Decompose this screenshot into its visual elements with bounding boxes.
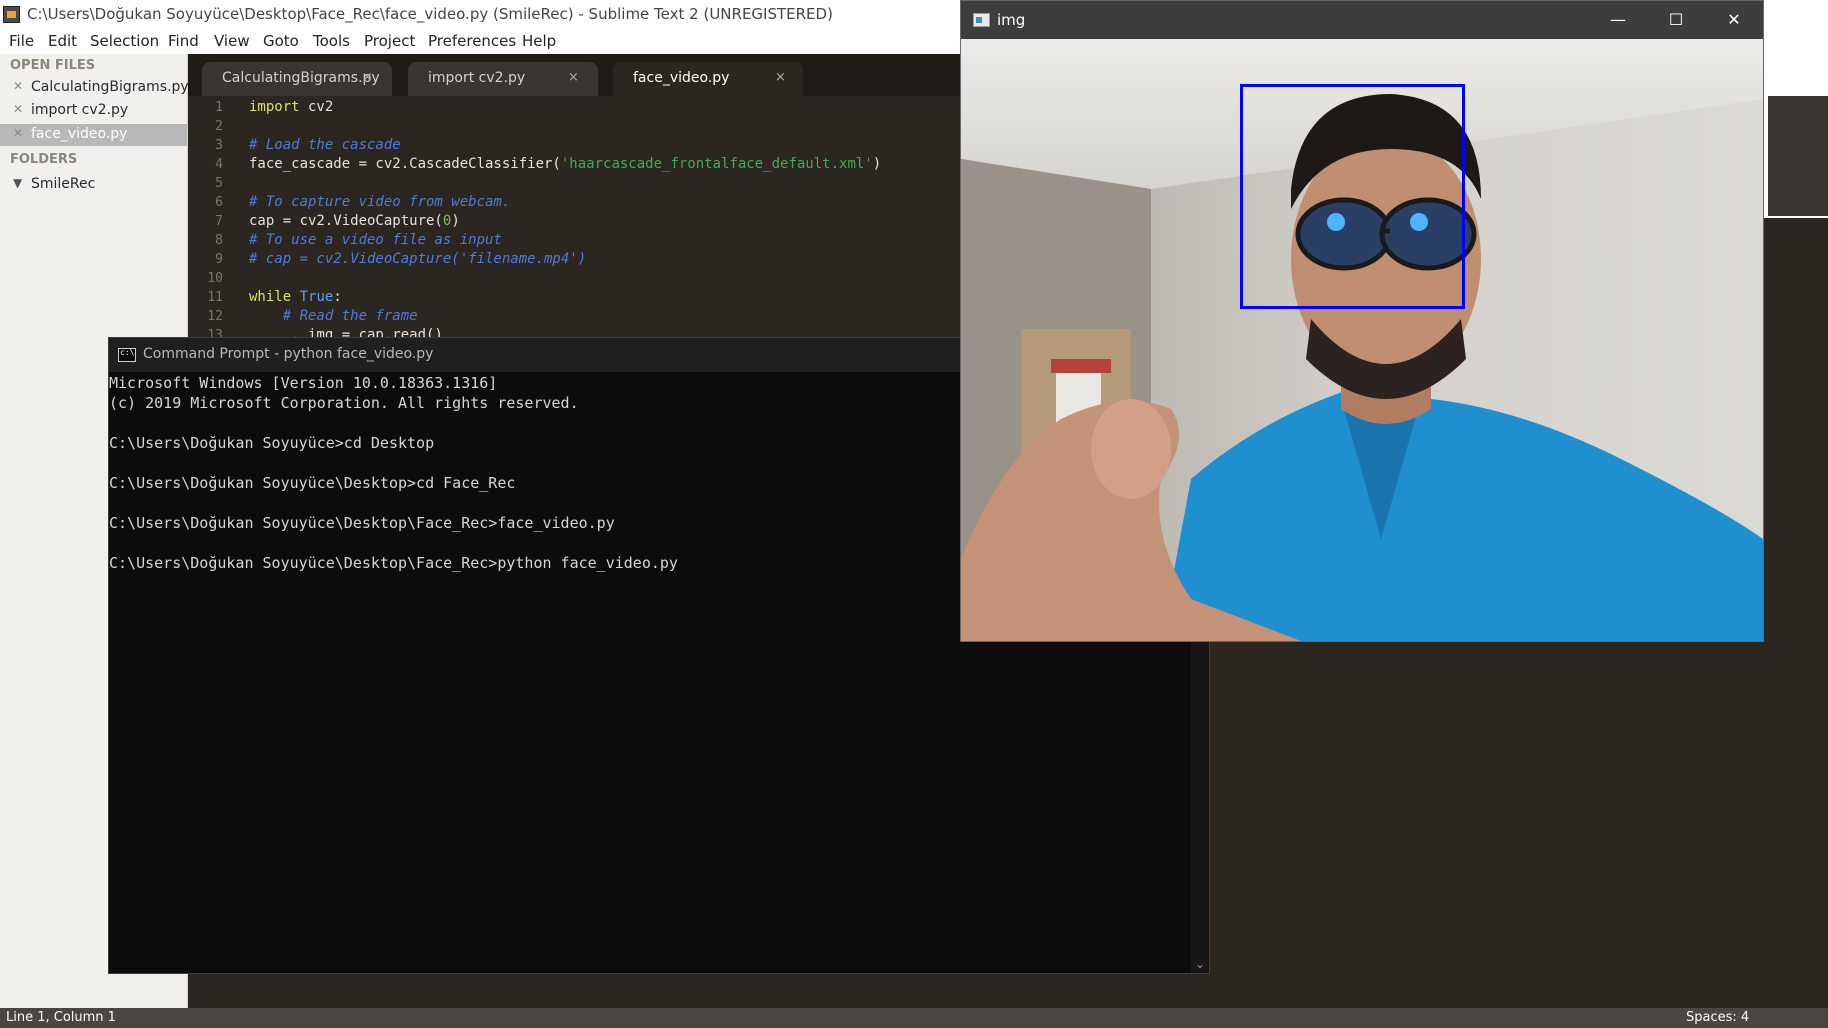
line-number: 2 bbox=[215, 119, 223, 134]
img-window-title: img bbox=[997, 11, 1026, 29]
tab-label: CalculatingBigrams.py bbox=[222, 70, 380, 86]
folder-item[interactable]: ▼ SmileRec bbox=[0, 174, 187, 196]
cmd-title: Command Prompt - python face_video.py bbox=[143, 346, 434, 362]
close-icon[interactable]: ✕ bbox=[13, 79, 23, 93]
line-number: 5 bbox=[215, 176, 223, 191]
line-number: 7 bbox=[215, 214, 223, 229]
close-button[interactable]: ✕ bbox=[1705, 1, 1763, 39]
open-file-label: face_video.py bbox=[31, 126, 128, 142]
code-comment: # Load the cascade bbox=[249, 137, 401, 153]
tab-face-video[interactable]: face_video.py × bbox=[613, 62, 803, 96]
img-window[interactable]: img — ☐ ✕ bbox=[960, 0, 1764, 642]
code-comment: # cap = cv2.VideoCapture('filename.mp4') bbox=[249, 251, 587, 267]
line-number: 1 bbox=[215, 100, 223, 115]
menu-file[interactable]: File bbox=[9, 32, 34, 50]
terminal-icon bbox=[118, 348, 136, 362]
line-number: 3 bbox=[215, 138, 223, 153]
code-line: cap = cv2.VideoCapture(0) bbox=[249, 213, 460, 229]
open-file-item[interactable]: ✕ import cv2.py bbox=[0, 100, 187, 122]
line-number: 12 bbox=[207, 309, 223, 324]
minimap[interactable] bbox=[1768, 96, 1828, 216]
menu-view[interactable]: View bbox=[214, 32, 250, 50]
tab-calculatingbigrams[interactable]: CalculatingBigrams.py × bbox=[202, 62, 392, 96]
webcam-frame bbox=[961, 39, 1763, 641]
menu-help[interactable]: Help bbox=[522, 32, 556, 50]
menu-project[interactable]: Project bbox=[364, 32, 415, 50]
console-line: C:\Users\Doğukan Soyuyüce\Desktop\Face_R… bbox=[109, 514, 615, 532]
folders-header: FOLDERS bbox=[10, 152, 78, 167]
menu-tools[interactable]: Tools bbox=[313, 32, 350, 50]
line-number: 6 bbox=[215, 195, 223, 210]
triangle-down-icon[interactable]: ▼ bbox=[13, 176, 22, 190]
minimize-button[interactable]: — bbox=[1589, 1, 1647, 39]
console-line: C:\Users\Doğukan Soyuyüce\Desktop>cd Fac… bbox=[109, 474, 516, 492]
close-icon[interactable]: × bbox=[775, 70, 786, 85]
menu-preferences[interactable]: Preferences bbox=[428, 32, 516, 50]
line-number: 10 bbox=[207, 271, 223, 286]
close-icon[interactable]: × bbox=[568, 70, 579, 85]
tab-label: import cv2.py bbox=[428, 70, 526, 86]
code-comment: # To capture video from webcam. bbox=[249, 194, 511, 210]
image-icon bbox=[973, 13, 990, 27]
indentation-status[interactable]: Spaces: 4 bbox=[1686, 1010, 1749, 1025]
line-number: 11 bbox=[207, 290, 223, 305]
open-files-header: OPEN FILES bbox=[10, 58, 96, 73]
folder-label: SmileRec bbox=[31, 176, 96, 192]
menu-goto[interactable]: Goto bbox=[263, 32, 299, 50]
maximize-button[interactable]: ☐ bbox=[1647, 1, 1705, 39]
console-line: (c) 2019 Microsoft Corporation. All righ… bbox=[109, 394, 579, 412]
open-file-label: import cv2.py bbox=[31, 102, 129, 118]
open-file-label: CalculatingBigrams.py bbox=[31, 79, 189, 95]
close-icon[interactable]: ✕ bbox=[13, 102, 23, 116]
code-comment: # To use a video file as input bbox=[249, 232, 502, 248]
status-bar: Line 1, Column 1 Spaces: 4 bbox=[0, 1008, 1828, 1028]
open-file-item[interactable]: ✕ CalculatingBigrams.py bbox=[0, 77, 189, 99]
close-icon[interactable]: × bbox=[362, 70, 373, 85]
tab-import-cv2[interactable]: import cv2.py × bbox=[408, 62, 598, 96]
console-line: Microsoft Windows [Version 10.0.18363.13… bbox=[109, 374, 498, 392]
code-line: import cv2 bbox=[249, 99, 334, 115]
tab-label: face_video.py bbox=[633, 70, 730, 86]
console-line: C:\Users\Doğukan Soyuyüce\Desktop\Face_R… bbox=[109, 554, 678, 572]
line-number: 4 bbox=[215, 157, 223, 172]
window-title: C:\Users\Doğukan Soyuyüce\Desktop\Face_R… bbox=[27, 5, 833, 23]
code-line: while True: bbox=[249, 289, 342, 305]
menu-selection[interactable]: Selection bbox=[90, 32, 159, 50]
menu-find[interactable]: Find bbox=[168, 32, 199, 50]
line-number: 9 bbox=[215, 252, 223, 267]
menu-edit[interactable]: Edit bbox=[48, 32, 77, 50]
face-detection-box bbox=[1240, 84, 1465, 309]
cursor-position: Line 1, Column 1 bbox=[6, 1010, 116, 1025]
code-line: face_cascade = cv2.CascadeClassifier('ha… bbox=[249, 156, 882, 172]
open-file-item-active[interactable]: ✕ face_video.py bbox=[0, 124, 187, 146]
code-comment: # Read the frame bbox=[249, 308, 418, 324]
img-title-bar[interactable]: img — ☐ ✕ bbox=[961, 1, 1763, 39]
line-number: 8 bbox=[215, 233, 223, 248]
sublime-app-icon bbox=[3, 6, 20, 23]
close-icon[interactable]: ✕ bbox=[13, 126, 23, 140]
chevron-down-icon[interactable]: ⌄ bbox=[1195, 957, 1205, 971]
console-line: C:\Users\Doğukan Soyuyüce>cd Desktop bbox=[109, 434, 435, 452]
